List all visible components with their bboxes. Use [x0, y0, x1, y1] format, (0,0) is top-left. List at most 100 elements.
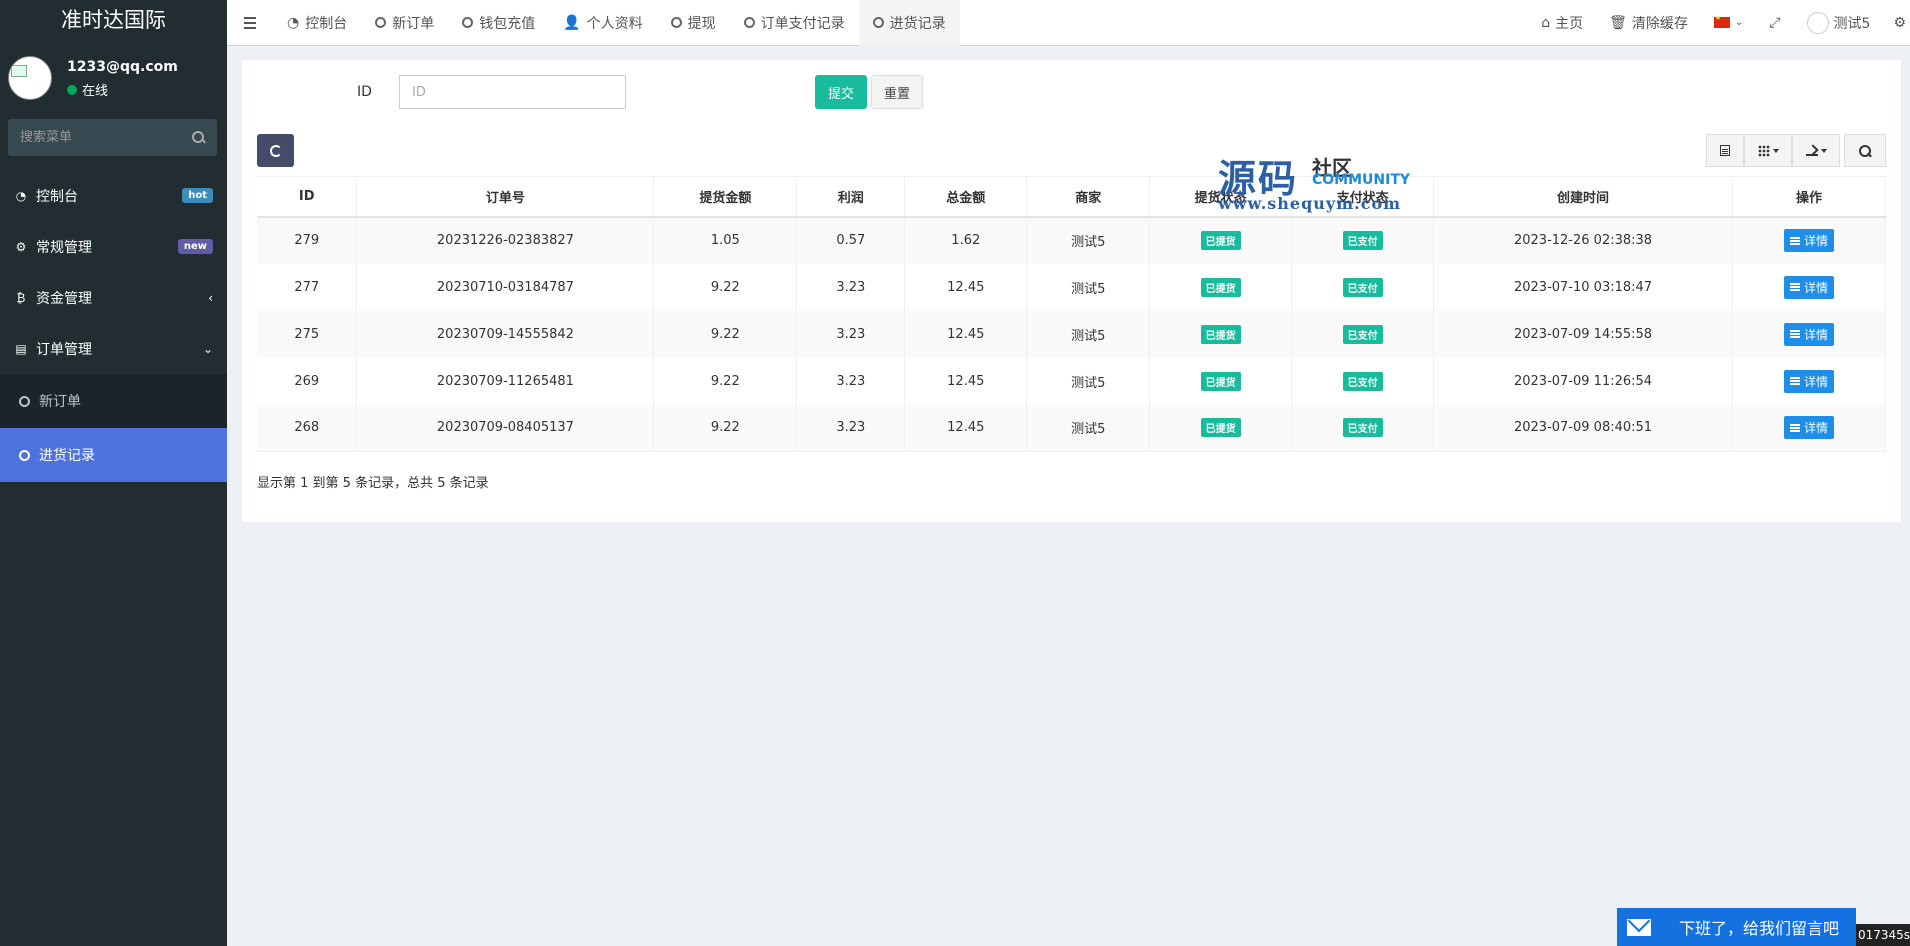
col-total[interactable]: 总金额 — [904, 176, 1028, 218]
col-profit[interactable]: 利润 — [796, 176, 906, 218]
cell-pickup-amount: 9.22 — [653, 263, 798, 311]
cell-created: 2023-07-10 03:18:47 — [1433, 263, 1733, 311]
sidebar-item-funds[interactable]: ₿ 资金管理 ‹ — [0, 272, 227, 323]
search-icon[interactable] — [192, 131, 205, 144]
detail-button[interactable]: 详情 — [1783, 416, 1834, 440]
circle-icon — [743, 17, 755, 28]
export-button[interactable] — [1792, 134, 1840, 167]
app-brand[interactable]: 准时达国际 — [0, 0, 227, 46]
language-dropdown[interactable]: ⌄ — [1701, 0, 1756, 46]
sidebar-subitem-purchase-records[interactable]: 进货记录 — [0, 428, 227, 482]
cell-order-no: 20230709-11265481 — [356, 357, 655, 405]
cell-total: 12.45 — [904, 404, 1028, 452]
col-merchant[interactable]: 商家 — [1026, 176, 1151, 218]
tab-new-order[interactable]: 新订单 — [361, 0, 448, 46]
cell-action: 详情 — [1732, 310, 1887, 358]
hot-badge: hot — [182, 188, 213, 203]
detail-button[interactable]: 详情 — [1783, 229, 1834, 252]
cell-pickup-amount: 9.22 — [653, 357, 798, 405]
table-row: 268 20230709-08405137 9.22 3.23 12.45 测试… — [257, 404, 1887, 452]
cell-pickup-status: 已提货 — [1149, 404, 1293, 452]
home-link[interactable]: ⌂ 主页 — [1528, 0, 1596, 46]
sidebar-search-input[interactable] — [20, 130, 192, 145]
cell-merchant: 测试5 — [1026, 263, 1151, 311]
col-created[interactable]: 创建时间 — [1433, 176, 1733, 218]
fullscreen-button[interactable]: ⤢ — [1756, 0, 1793, 46]
chevron-down-icon: ⌄ — [202, 341, 213, 356]
chat-widget[interactable]: 下班了，给我们留言吧 — [1617, 908, 1856, 946]
refresh-button[interactable] — [257, 134, 294, 167]
clear-cache-button[interactable]: 🗑 清除缓存 — [1596, 0, 1701, 46]
col-order-no[interactable]: 订单号 — [356, 176, 655, 218]
table-row: 275 20230709-14555842 9.22 3.23 12.45 测试… — [257, 310, 1887, 358]
tab-dashboard[interactable]: ◔ 控制台 — [273, 0, 361, 46]
cell-order-no: 20231226-02383827 — [356, 216, 655, 264]
sidebar-item-label: 常规管理 — [36, 239, 92, 256]
sidebar-subitem-label: 新订单 — [39, 394, 81, 410]
detail-label: 详情 — [1803, 421, 1828, 436]
cell-profit: 0.57 — [796, 216, 906, 264]
cell-pickup-amount: 1.05 — [653, 216, 798, 264]
sidebar-subitem-label: 进货记录 — [39, 448, 95, 464]
sidebar-item-general[interactable]: ⚙ 常规管理 new — [0, 221, 227, 272]
submit-button[interactable]: 提交 — [815, 75, 867, 109]
col-pickup-amount[interactable]: 提货金额 — [653, 176, 798, 218]
user-email: 1233@qq.com — [67, 59, 178, 75]
list-icon — [1720, 145, 1730, 156]
sidebar-subitem-new-order[interactable]: 新订单 — [0, 374, 227, 428]
id-input[interactable] — [399, 75, 626, 109]
clear-cache-label: 清除缓存 — [1631, 15, 1688, 32]
mail-icon — [1627, 918, 1651, 936]
detail-button[interactable]: 详情 — [1783, 275, 1834, 299]
cell-created: 2023-07-09 08:40:51 — [1433, 404, 1733, 452]
cell-id: 279 — [257, 216, 358, 264]
tab-label: 订单支付记录 — [760, 15, 845, 32]
cell-merchant: 测试5 — [1026, 357, 1151, 405]
trash-icon: 🗑 — [1609, 14, 1627, 31]
watermark-en-text: COMMUNITY — [1312, 172, 1411, 188]
tab-order-payments[interactable]: 订单支付记录 — [730, 0, 859, 46]
tab-purchase-records[interactable]: 进货记录 — [858, 0, 960, 46]
cell-action: 详情 — [1732, 216, 1887, 264]
detail-button[interactable]: 详情 — [1783, 322, 1834, 346]
search-toggle-button[interactable] — [1844, 134, 1886, 167]
pickup-status-badge: 已提货 — [1200, 231, 1241, 250]
settings-button[interactable]: ⚙ — [1883, 0, 1910, 46]
cell-pickup-status: 已提货 — [1149, 216, 1293, 264]
cell-pickup-status: 已提货 — [1149, 263, 1293, 311]
sidebar-item-orders[interactable]: ▤ 订单管理 ⌄ — [0, 323, 227, 374]
search-form: ID 提交 重置 — [242, 60, 1901, 120]
detail-button[interactable]: 详情 — [1783, 369, 1834, 393]
detail-label: 详情 — [1803, 374, 1828, 389]
sidebar-item-dashboard[interactable]: ◔ 控制台 hot — [0, 170, 227, 221]
user-menu[interactable]: 测试5 — [1794, 0, 1884, 46]
columns-button[interactable] — [1744, 134, 1792, 167]
cell-total: 12.45 — [904, 310, 1028, 358]
menu-toggle-icon[interactable] — [227, 0, 273, 46]
tab-withdraw[interactable]: 提现 — [657, 0, 730, 46]
detail-label: 详情 — [1803, 280, 1828, 295]
reset-button[interactable]: 重置 — [871, 75, 923, 109]
circle-icon — [872, 17, 884, 28]
list-icon — [1789, 330, 1800, 338]
tab-wallet-recharge[interactable]: 钱包充值 — [448, 0, 549, 46]
avatar — [8, 56, 52, 100]
right-nav: ⌂ 主页 🗑 清除缓存 ⌄ ⤢ 测试5 ⚙ — [1528, 0, 1910, 46]
user-icon: 👤 — [563, 14, 581, 31]
circle-icon — [462, 17, 474, 28]
cell-id: 268 — [257, 404, 358, 452]
fullscreen-icon: ⤢ — [1769, 14, 1781, 31]
home-label: 主页 — [1555, 15, 1584, 32]
col-action: 操作 — [1732, 176, 1887, 218]
id-label: ID — [357, 84, 372, 100]
avatar — [1806, 11, 1829, 34]
top-navbar: ◔ 控制台 新订单 钱包充值 👤 个人资料 提现 订单支付记录 进货记录 ⌂ 主… — [227, 0, 1910, 46]
caret-down-icon — [1820, 148, 1827, 153]
toggle-view-button[interactable] — [1706, 134, 1744, 167]
list-icon — [1789, 283, 1800, 291]
pickup-status-badge: 已提货 — [1200, 371, 1241, 391]
dashboard-icon: ◔ — [287, 14, 300, 31]
grid-icon — [1757, 144, 1770, 157]
tab-profile[interactable]: 👤 个人资料 — [549, 0, 656, 46]
col-id[interactable]: ID — [257, 176, 358, 218]
